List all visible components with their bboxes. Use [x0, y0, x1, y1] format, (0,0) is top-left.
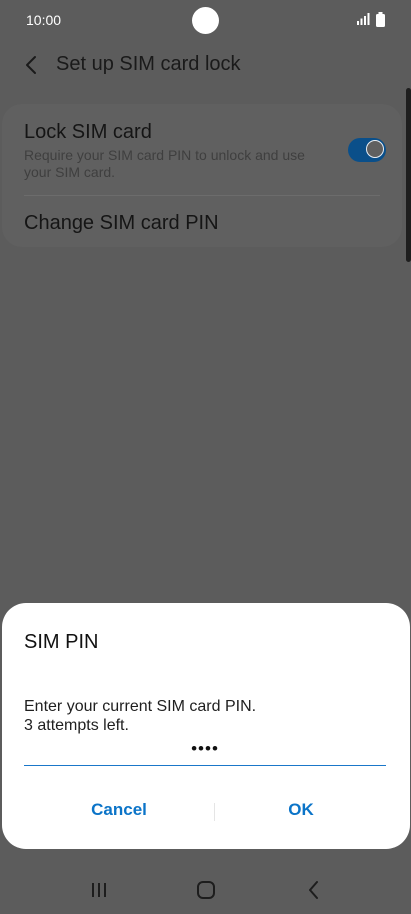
recent-apps-icon[interactable]: [86, 877, 112, 903]
toggle-knob: [366, 140, 384, 158]
dialog-message: Enter your current SIM card PIN. 3 attem…: [24, 697, 384, 735]
sim-pin-dialog: SIM PIN Enter your current SIM card PIN.…: [2, 603, 410, 849]
navigation-bar: [0, 866, 411, 914]
ok-button[interactable]: OK: [206, 800, 396, 824]
lock-sim-toggle[interactable]: [348, 138, 386, 162]
battery-icon: [376, 12, 385, 27]
app-bar: Set up SIM card lock: [0, 40, 411, 90]
back-arrow-icon[interactable]: [22, 53, 42, 77]
status-bar: 10:00: [0, 0, 411, 40]
dialog-message-line1: Enter your current SIM card PIN.: [24, 698, 257, 715]
dialog-message-line2: 3 attempts left.: [24, 717, 129, 734]
lock-sim-subtitle: Require your SIM card PIN to unlock and …: [24, 147, 305, 180]
back-icon[interactable]: [301, 877, 327, 903]
front-camera: [192, 7, 219, 34]
change-pin-title: Change SIM card PIN: [24, 212, 219, 234]
page-title: Set up SIM card lock: [56, 53, 241, 75]
pin-input[interactable]: ••••: [24, 739, 386, 766]
status-time: 10:00: [26, 12, 62, 28]
home-icon[interactable]: [193, 877, 219, 903]
signal-icon: [357, 13, 370, 25]
scrollbar[interactable]: [406, 88, 411, 262]
lock-sim-title: Lock SIM card: [24, 121, 152, 143]
sim-settings-card: Lock SIM card Require your SIM card PIN …: [2, 104, 402, 247]
dialog-title: SIM PIN: [24, 631, 99, 653]
cancel-button[interactable]: Cancel: [24, 800, 214, 824]
